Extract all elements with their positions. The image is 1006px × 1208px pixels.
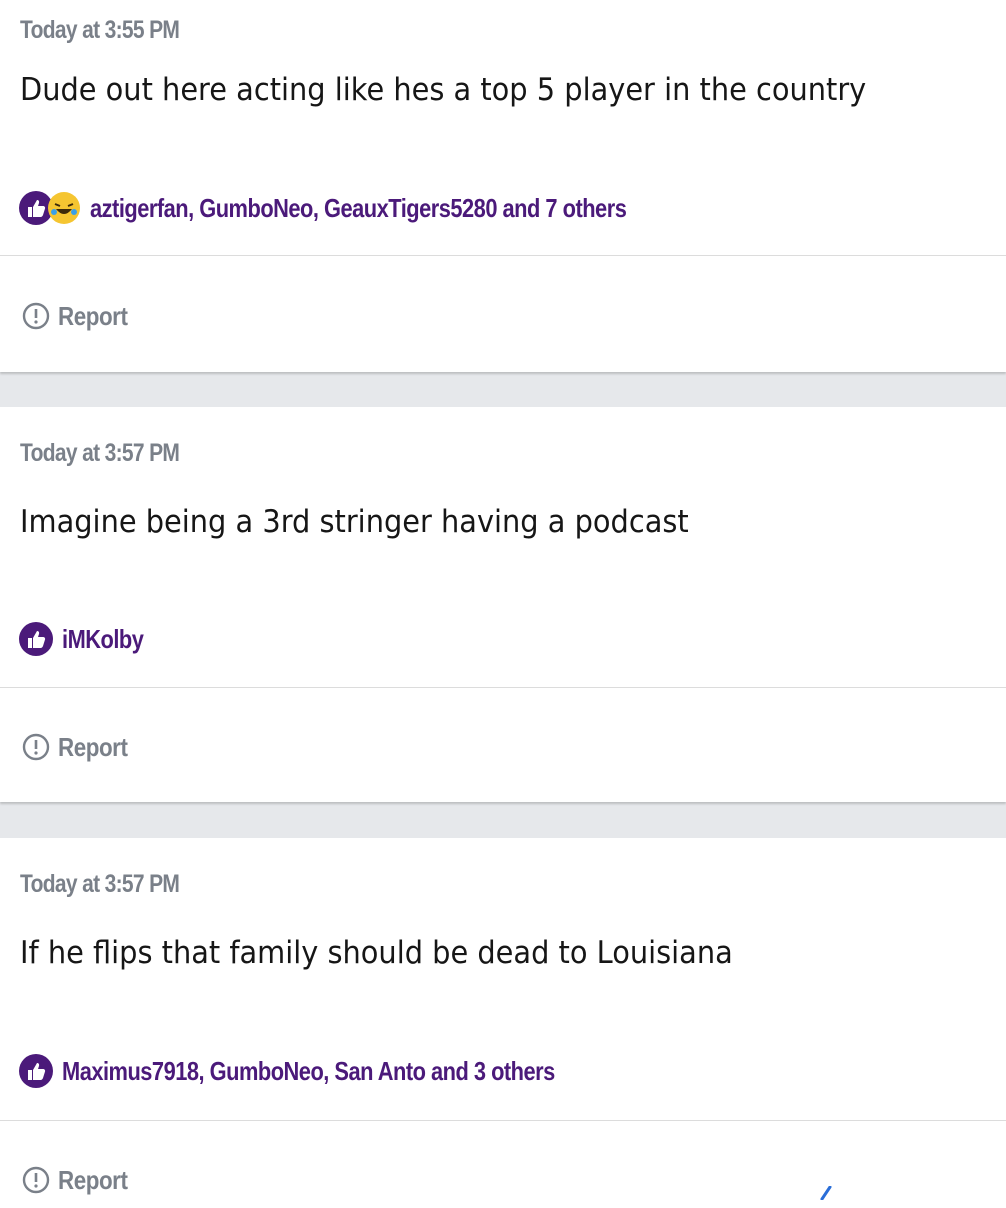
post-card: Today at 3:57 PM Imagine being a 3rd str…	[0, 407, 1006, 802]
post-timestamp[interactable]: Today at 3:55 PM	[20, 16, 180, 45]
post-message: If he flips that family should be dead t…	[20, 935, 733, 971]
laugh-icon	[48, 192, 80, 224]
report-button[interactable]: Report	[22, 730, 139, 764]
post-message: Dude out here acting like hes a top 5 pl…	[20, 72, 867, 108]
reaction-icons	[18, 1053, 54, 1089]
report-icon	[22, 733, 50, 761]
post-card: Today at 3:55 PM Dude out here acting li…	[0, 0, 1006, 372]
post-card: Today at 3:57 PM If he flips that family…	[0, 838, 1006, 1208]
like-icon	[19, 622, 53, 656]
reaction-users-link[interactable]: Maximus7918, GumboNeo, San Anto and 3 ot…	[62, 1056, 555, 1087]
reaction-icons	[18, 190, 82, 226]
post-message: Imagine being a 3rd stringer having a po…	[20, 504, 689, 540]
report-icon	[22, 1166, 50, 1194]
reaction-users-link[interactable]: aztigerfan, GumboNeo, GeauxTigers5280 an…	[90, 193, 627, 224]
divider	[0, 1120, 1006, 1121]
post-timestamp[interactable]: Today at 3:57 PM	[20, 439, 180, 468]
report-label: Report	[58, 300, 128, 331]
like-icon	[19, 1054, 53, 1088]
report-icon	[22, 302, 50, 330]
reactions-bar[interactable]: aztigerfan, GumboNeo, GeauxTigers5280 an…	[18, 188, 729, 228]
reactions-bar[interactable]: iMKolby	[18, 619, 159, 659]
partial-check-icon	[820, 1186, 832, 1200]
report-button[interactable]: Report	[22, 299, 139, 333]
report-button[interactable]: Report	[22, 1163, 139, 1197]
reaction-icons	[18, 621, 54, 657]
post-timestamp[interactable]: Today at 3:57 PM	[20, 870, 180, 899]
report-label: Report	[58, 1164, 128, 1195]
report-label: Report	[58, 731, 128, 762]
reaction-users-link[interactable]: iMKolby	[62, 624, 144, 655]
divider	[0, 255, 1006, 256]
divider	[0, 687, 1006, 688]
reactions-bar[interactable]: Maximus7918, GumboNeo, San Anto and 3 ot…	[18, 1051, 649, 1091]
